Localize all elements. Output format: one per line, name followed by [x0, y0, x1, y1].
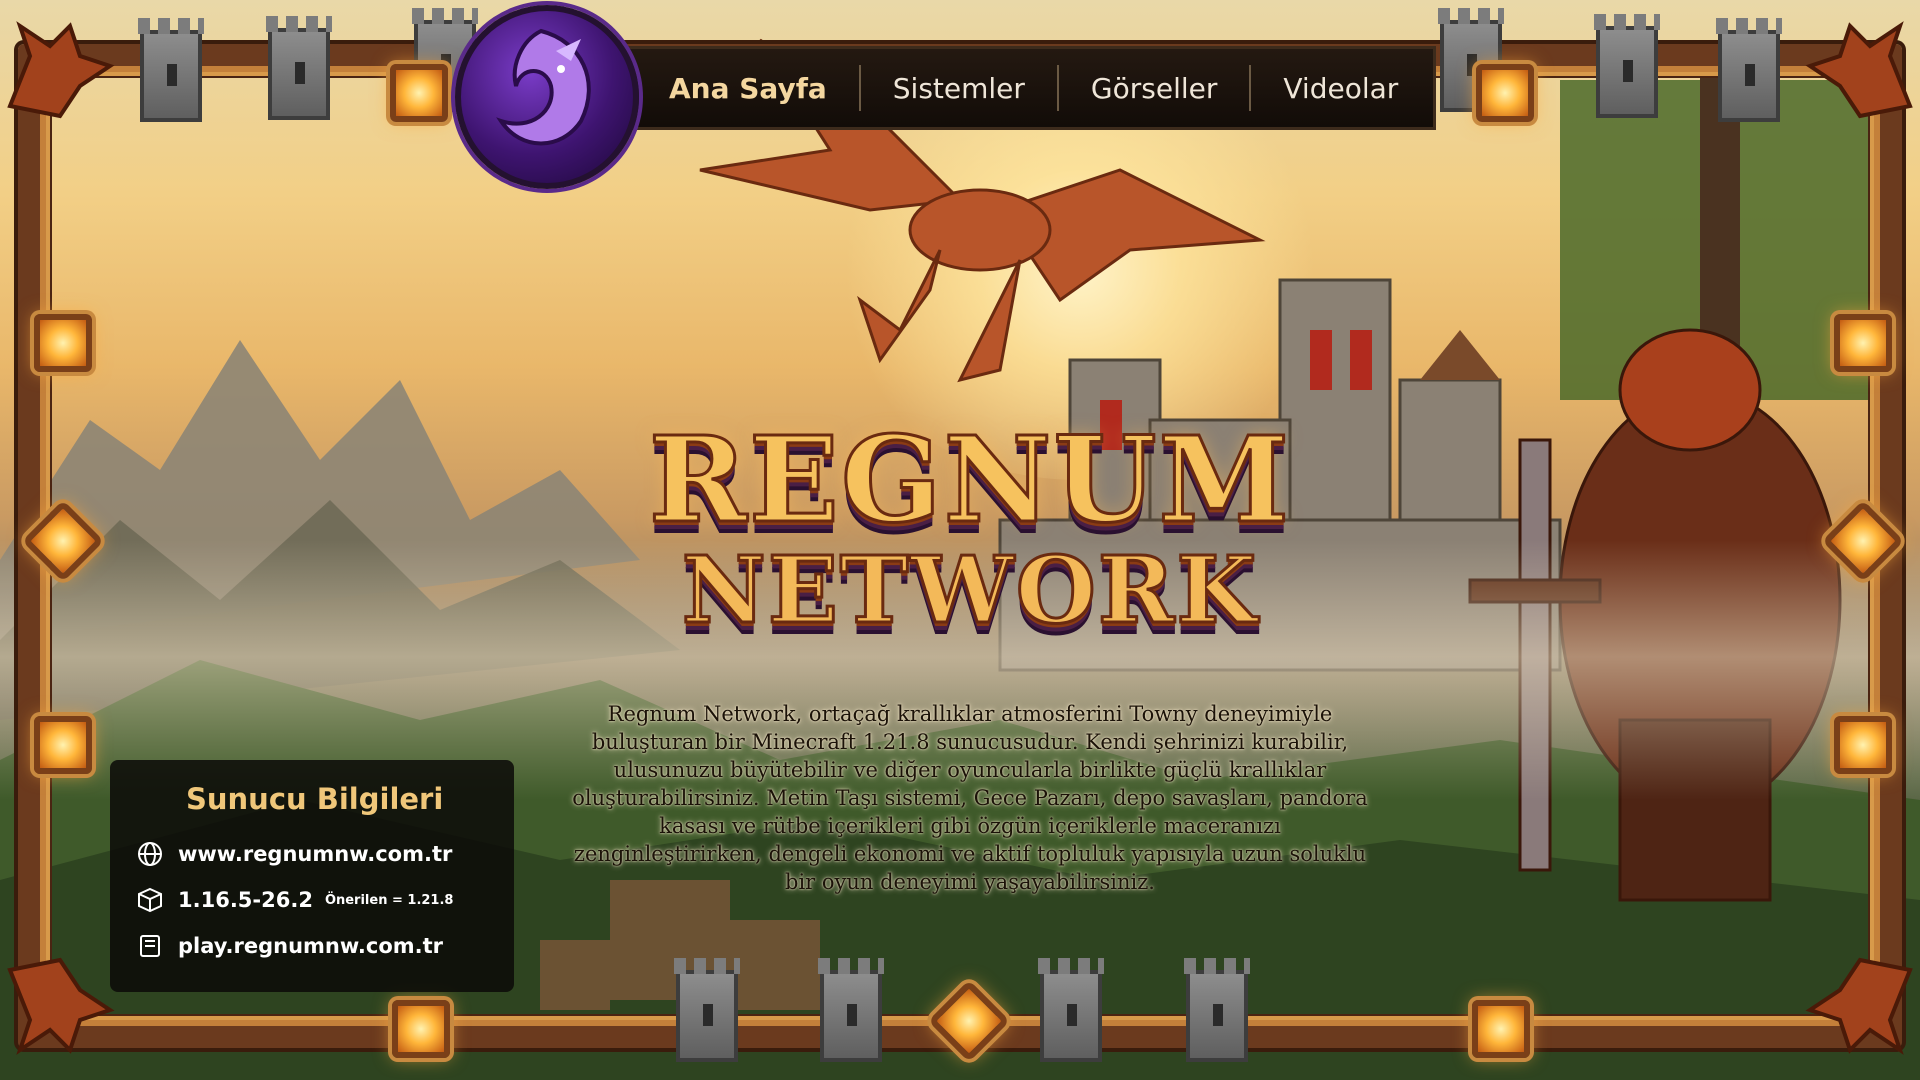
frame-gem-icon [34, 314, 92, 372]
frame-tower-icon [266, 16, 332, 120]
server-ip[interactable]: play.regnumnw.com.tr [178, 934, 443, 958]
frame-gem-icon [1834, 716, 1892, 774]
info-row-ip: play.regnumnw.com.tr [136, 932, 488, 960]
frame-tower-icon [674, 958, 740, 1062]
frame-tower-icon [1716, 18, 1782, 122]
frame-gem-icon [1476, 64, 1534, 122]
frame-gem-icon [1834, 314, 1892, 372]
corner-dragon-icon [1805, 957, 1913, 1055]
nav-sistemler[interactable]: Sistemler [861, 72, 1057, 105]
main-nav: Ana Sayfa Sistemler Görseller Videolar [590, 46, 1436, 130]
corner-dragon-icon [7, 21, 115, 119]
dragon-logo-art [496, 28, 591, 146]
frame-gem-icon [392, 1000, 450, 1058]
frame-tower-icon [1038, 958, 1104, 1062]
info-row-website: www.regnumnw.com.tr [136, 840, 488, 868]
frame-tower-icon [1184, 958, 1250, 1062]
recommended-version: Önerilen = 1.21.8 [324, 892, 454, 908]
website-link[interactable]: www.regnumnw.com.tr [178, 842, 452, 866]
title-regnum: REGNUM [647, 410, 1292, 549]
book-icon [136, 932, 164, 960]
frame-tower-icon [818, 958, 884, 1062]
globe-icon [136, 840, 164, 868]
version-range: 1.16.5-26.2 [178, 888, 313, 912]
server-description: Regnum Network, ortaçağ krallıklar atmos… [572, 702, 1368, 894]
title-network: NETWORK [680, 536, 1259, 644]
corner-dragon-icon [1805, 21, 1913, 119]
nav-videolar[interactable]: Videolar [1251, 72, 1430, 105]
server-info-panel: Sunucu Bilgileri www.regnumnw.com.tr 1.1… [110, 760, 514, 992]
corner-dragon-icon [7, 957, 115, 1055]
nav-ana-sayfa[interactable]: Ana Sayfa [637, 72, 859, 105]
frame-gem-icon [1472, 1000, 1530, 1058]
hero-title: REGNUM NETWORK [640, 410, 1300, 644]
cube-icon [136, 886, 164, 914]
info-row-version: 1.16.5-26.2 Önerilen = 1.21.8 [136, 886, 488, 914]
nav-gorseller[interactable]: Görseller [1059, 72, 1249, 105]
frame-gem-icon [34, 716, 92, 774]
frame-gem-icon [390, 64, 448, 122]
purple-dragon-logo-icon[interactable] [455, 5, 639, 189]
server-info-title: Sunucu Bilgileri [186, 782, 444, 816]
frame-tower-icon [138, 18, 204, 122]
frame-tower-icon [1594, 14, 1660, 118]
